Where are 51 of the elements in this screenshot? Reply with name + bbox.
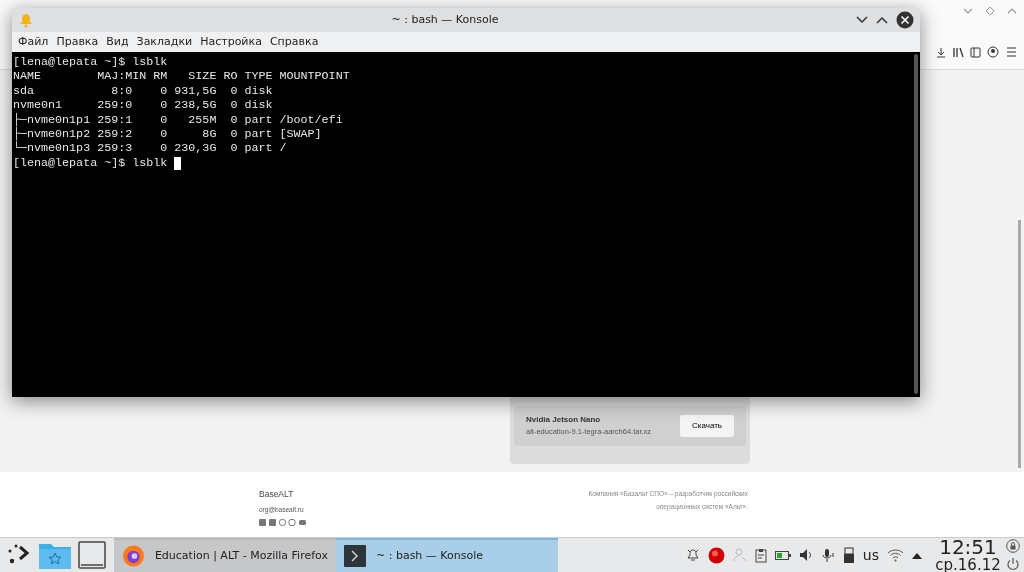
menu-item[interactable]: Настройка — [196, 33, 266, 51]
menu-icon[interactable] — [1006, 47, 1017, 57]
menu-item[interactable]: Правка — [52, 33, 103, 51]
minimize-icon[interactable] — [856, 16, 868, 24]
microphone-icon[interactable] — [821, 547, 835, 563]
alarm-icon[interactable] — [685, 548, 700, 562]
chevron-up-icon[interactable] — [1007, 7, 1017, 15]
power-icon[interactable] — [1006, 557, 1020, 571]
clipboard-icon[interactable] — [754, 547, 767, 563]
sidebar-icon[interactable] — [970, 47, 981, 58]
lock-icon[interactable] — [1006, 539, 1020, 553]
maximize-icon[interactable] — [876, 16, 888, 24]
menu-item[interactable]: Закладки — [132, 33, 197, 51]
window-title: ~ : bash — Konsole — [390, 11, 500, 28]
scrollbar[interactable] — [1018, 220, 1021, 468]
keyboard-layout[interactable]: us — [862, 544, 879, 566]
text-cursor — [174, 156, 182, 170]
terminal-line: nvme0n1 259:0 0 238,5G 0 disk — [13, 98, 273, 113]
footer-brand: BaseALT — [259, 488, 295, 501]
show-desktop-icon[interactable] — [78, 541, 106, 569]
speaker-icon[interactable] — [798, 548, 814, 562]
expand-tray-icon[interactable] — [912, 551, 922, 559]
terminal-line: └─nvme0n1p3 259:3 0 230,3G 0 part / — [13, 141, 287, 156]
menu-item[interactable]: Вид — [102, 33, 133, 51]
record-icon[interactable] — [707, 546, 725, 564]
close-icon[interactable] — [896, 11, 914, 29]
firefox-icon — [122, 544, 145, 568]
device-name: Nvidia Jetson Nano — [526, 414, 602, 427]
library-icon[interactable] — [953, 47, 965, 58]
menu-item[interactable]: Справка — [265, 33, 323, 51]
clock-time[interactable]: 12:51 — [939, 537, 997, 557]
diamond-icon[interactable] — [985, 6, 995, 16]
download-button[interactable]: Скачать — [680, 415, 734, 437]
terminal-line: [lena@lepata ~]$ lsblk — [13, 55, 168, 70]
terminal-line: ├─nvme0n1p1 259:1 0 255M 0 part /boot/efi — [13, 112, 343, 128]
account-icon[interactable] — [987, 46, 999, 58]
terminal-line: sda 8:0 0 931,5G 0 disk — [13, 83, 273, 99]
terminal-line: ├─nvme0n1p2 259:2 0 8G 0 part [SWAP] — [13, 127, 322, 142]
download-icon[interactable] — [936, 47, 946, 58]
battery-icon[interactable] — [774, 550, 791, 560]
menu-item[interactable]: Файл — [14, 33, 53, 51]
terminal-icon — [344, 545, 366, 567]
task-button[interactable]: Education | ALT - Mozilla Firefox — [114, 537, 336, 572]
terminal-line: NAME MAJ:MIN RM SIZE RO TYPE MOUNTPOINT — [13, 69, 350, 84]
social-icons-drawing[interactable] — [259, 518, 307, 526]
task-button[interactable]: ~ : bash — Konsole — [336, 537, 558, 572]
chevron-down-icon[interactable] — [963, 7, 973, 15]
usb-drive-icon[interactable] — [842, 546, 855, 564]
scrollbar[interactable] — [914, 54, 918, 394]
terminal-line: [lena@lepata ~]$ lsblk — [13, 155, 169, 171]
wifi-icon[interactable] — [887, 548, 904, 562]
